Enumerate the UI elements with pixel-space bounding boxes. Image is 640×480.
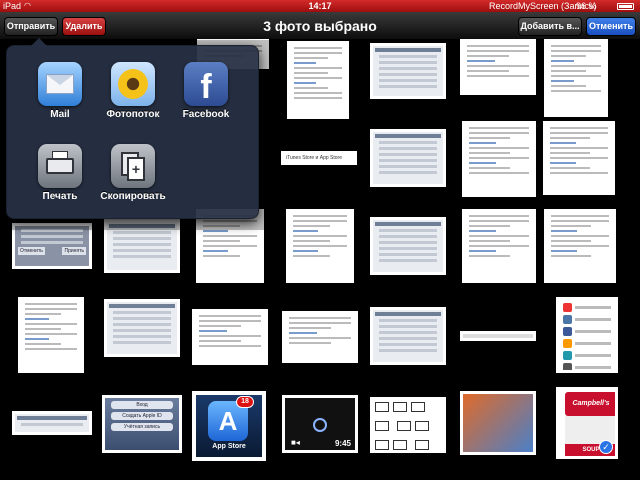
mail-icon [38,62,82,106]
photo-thumbnail[interactable] [12,411,92,435]
facebook-icon: f [184,62,228,106]
dialog-accept-label: Принять [62,247,86,255]
cancel-button[interactable]: Отменить [586,17,636,36]
photo-thumbnail[interactable] [370,43,446,99]
photo-thumbnail[interactable] [282,311,358,363]
wifi-icon: ◠ [24,1,31,10]
popover-arrow [31,38,47,46]
photo-thumbnail[interactable] [543,121,615,195]
navigation-bar: Отправить Удалить 3 фото выбрано Добавит… [0,12,640,40]
photo-thumbnail-selected[interactable]: A 18 App Store [192,391,266,461]
photo-thumbnail[interactable] [460,39,536,95]
dialog-cancel-label: Отменить [18,247,45,255]
share-label: Скопировать [100,191,166,202]
photo-thumbnail[interactable]: Вход Создать Apple ID Учётная запись [102,395,182,453]
record-icon [313,418,327,432]
add-to-button[interactable]: Добавить в... [518,17,582,36]
photo-thumbnail[interactable] [556,297,618,373]
share-facebook[interactable]: f Facebook [169,62,243,120]
notification-badge: 18 [236,396,254,408]
photo-thumbnail[interactable] [370,397,446,453]
share-button[interactable]: Отправить [4,17,58,36]
carrier-label: iPad [3,1,22,11]
photo-thumbnail[interactable] [544,39,608,117]
photo-thumbnail[interactable] [460,391,536,455]
photo-thumbnail[interactable] [370,307,446,365]
share-print[interactable]: Печать [23,144,97,202]
login-item: Создать Apple ID [111,412,173,420]
photo-thumbnail[interactable]: iTunes Store и App Store [281,151,357,165]
share-photo-stream[interactable]: Фотопоток [96,62,170,120]
photo-thumbnail[interactable] [104,299,180,357]
printer-icon [38,144,82,188]
photo-thumbnail[interactable] [286,209,354,283]
share-popover: Mail Фотопоток f Facebook Печать + Скопи… [6,38,259,219]
battery-icon [617,3,634,10]
copy-icon: + [111,144,155,188]
share-copy[interactable]: + Скопировать [96,144,170,202]
photo-thumbnail[interactable] [544,209,616,283]
photo-thumbnail-selected[interactable]: Campbell's SOUP ✓ [556,387,618,459]
photo-thumbnail[interactable] [18,297,84,373]
photo-thumbnail[interactable] [370,129,446,187]
app-store-label: App Store [212,443,246,450]
photo-thumbnail[interactable] [462,209,536,283]
check-icon: ✓ [599,440,613,454]
delete-button[interactable]: Удалить [62,17,106,36]
share-label: Фотопоток [106,109,160,120]
share-label: Mail [50,109,70,120]
share-label: Печать [42,191,78,202]
battery-percent: 96 % [576,1,597,11]
status-bar: iPad ◠ 14:17 RecordMyScreen (Запись) 96 … [0,0,640,12]
video-time: 9:45 [334,439,351,448]
page-title: 3 фото выбрано [263,18,377,34]
clock: 14:17 [308,1,332,11]
photo-thumbnail[interactable] [192,309,268,365]
share-mail[interactable]: Mail [23,62,97,120]
photo-stream-icon [111,62,155,106]
login-item: Вход [111,401,173,409]
photo-thumbnail[interactable]: ■◂ 9:45 [282,395,358,453]
soup-can-brand: Campbell's [565,392,615,416]
photo-thumbnail[interactable] [287,41,349,119]
thumbnail-caption: iTunes Store и App Store [286,155,342,161]
photo-thumbnail[interactable] [370,217,446,275]
video-camera-icon: ■◂ [291,438,300,447]
login-item: Учётная запись [111,423,173,431]
share-label: Facebook [182,109,230,120]
photo-thumbnail[interactable] [462,121,536,197]
photo-thumbnail[interactable] [460,331,536,341]
